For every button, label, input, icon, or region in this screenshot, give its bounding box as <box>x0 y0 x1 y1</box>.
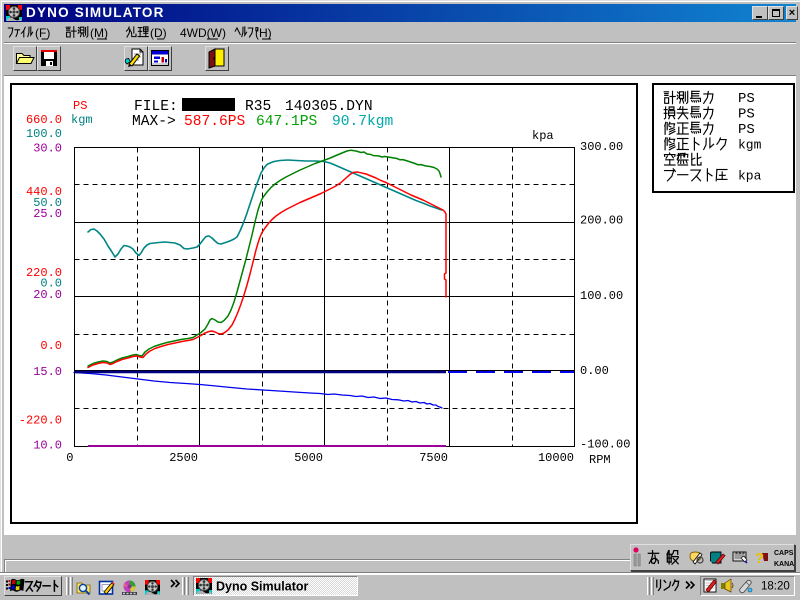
svg-text:90.7kgm: 90.7kgm <box>332 114 394 130</box>
svg-text:25.0: 25.0 <box>33 207 62 221</box>
svg-text:PS: PS <box>73 99 87 113</box>
svg-text:5000: 5000 <box>294 451 323 465</box>
svg-text:4WD(W): 4WD(W) <box>180 26 226 40</box>
svg-text:0: 0 <box>66 451 73 465</box>
svg-text:10.0: 10.0 <box>33 439 62 453</box>
svg-text:RPM: RPM <box>589 453 611 467</box>
svg-text:100.0: 100.0 <box>26 127 62 141</box>
svg-text:140305.DYN: 140305.DYN <box>285 99 373 115</box>
svg-text:PS: PS <box>738 107 755 123</box>
svg-text:200.00: 200.00 <box>580 214 623 228</box>
svg-text:660.0: 660.0 <box>26 113 62 127</box>
svg-text:647.1PS: 647.1PS <box>256 114 318 130</box>
svg-text:100.00: 100.00 <box>580 289 623 303</box>
svg-text:300.00: 300.00 <box>580 140 623 154</box>
svg-text:kgm: kgm <box>738 138 762 153</box>
svg-text:FILE:: FILE: <box>134 99 178 115</box>
svg-text:Dyno Simulator: Dyno Simulator <box>216 580 309 594</box>
svg-text:R35: R35 <box>245 99 271 115</box>
svg-text:7500: 7500 <box>419 451 448 465</box>
svg-text:PS: PS <box>738 91 755 107</box>
svg-text:MAX->: MAX-> <box>132 114 176 130</box>
svg-text:20.0: 20.0 <box>33 288 62 302</box>
svg-text:-220.0: -220.0 <box>19 414 62 428</box>
svg-text:18:20: 18:20 <box>761 581 790 593</box>
svg-text:10000: 10000 <box>538 451 574 465</box>
svg-text:30.0: 30.0 <box>33 142 62 156</box>
svg-text:KANA: KANA <box>774 561 794 568</box>
svg-text:(F): (F) <box>35 26 50 40</box>
svg-text:0.00: 0.00 <box>580 364 609 378</box>
svg-text:(D): (D) <box>150 26 167 40</box>
svg-text:kpa: kpa <box>532 129 554 143</box>
svg-text:PS: PS <box>738 122 755 138</box>
svg-text:kpa: kpa <box>738 169 762 184</box>
svg-text:15.0: 15.0 <box>33 365 62 379</box>
svg-text:(H): (H) <box>255 26 272 40</box>
svg-text:-100.00: -100.00 <box>580 438 630 452</box>
svg-text:CAPS: CAPS <box>774 550 794 557</box>
svg-text:kgm: kgm <box>71 113 93 127</box>
svg-text:2500: 2500 <box>169 451 198 465</box>
svg-text:0.0: 0.0 <box>40 339 62 353</box>
svg-text:?: ? <box>755 550 764 567</box>
svg-text:(M): (M) <box>90 26 108 40</box>
svg-text:587.6PS: 587.6PS <box>184 114 246 130</box>
